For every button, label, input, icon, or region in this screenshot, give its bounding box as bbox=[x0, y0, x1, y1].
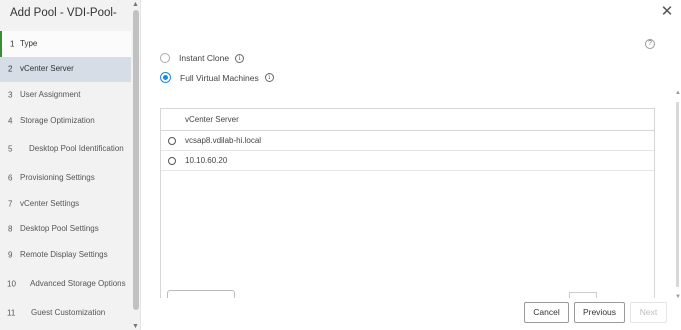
step-number: 10 bbox=[7, 279, 16, 289]
next-button[interactable]: Next bbox=[630, 302, 667, 323]
step-vcenter-server[interactable]: 2 vCenter Server bbox=[0, 56, 131, 83]
info-icon[interactable]: i bbox=[235, 53, 245, 63]
step-type[interactable]: 1 Type bbox=[0, 31, 131, 57]
step-label: Guest Customization bbox=[31, 307, 106, 317]
scroll-up-arrow-icon[interactable]: ▲ bbox=[675, 90, 681, 96]
info-icon[interactable]: i bbox=[264, 73, 274, 82]
scroll-down-arrow-icon[interactable]: ▼ bbox=[132, 323, 139, 330]
step-number: 1 bbox=[10, 39, 15, 49]
step-label: Provisioning Settings bbox=[20, 173, 95, 183]
content-scrollbar[interactable]: ▲ ▼ bbox=[675, 90, 681, 300]
instant-clone-label: Instant Clone bbox=[179, 53, 230, 63]
step-number: 8 bbox=[8, 224, 13, 234]
step-storage-optimization[interactable]: 4 Storage Optimization bbox=[0, 108, 131, 134]
step-user-assignment[interactable]: 3 User Assignment bbox=[0, 82, 131, 108]
step-desktop-pool-identification[interactable]: 5 Desktop Pool Identification bbox=[0, 133, 131, 165]
vcenter-server-name: vcsap8.vdilab-hi.local bbox=[185, 136, 262, 145]
step-label: Desktop Pool Identification bbox=[29, 144, 124, 154]
vcenter-server-grid: vCenter Server vcsap8.vdilab-hi.local 10… bbox=[160, 108, 655, 298]
instant-clone-option[interactable]: Instant Clone i bbox=[160, 53, 245, 63]
full-virtual-machines-label: Full Virtual Machines bbox=[180, 72, 259, 83]
content-scroll-track[interactable] bbox=[676, 102, 679, 287]
vcenter-server-name: 10.10.60.20 bbox=[185, 156, 228, 165]
step-number: 4 bbox=[8, 116, 13, 126]
step-desktop-pool-settings[interactable]: 8 Desktop Pool Settings bbox=[0, 217, 131, 243]
step-label: Type bbox=[20, 38, 38, 48]
step-number: 11 bbox=[7, 308, 16, 318]
step-number: 5 bbox=[8, 144, 13, 154]
wizard-sidebar: Add Pool - VDI-Pool- 1 Type 2 vCenter Se… bbox=[0, 0, 141, 330]
row-select-radio[interactable] bbox=[168, 136, 176, 145]
previous-button[interactable]: Previous bbox=[574, 302, 625, 323]
help-icon[interactable]: ? bbox=[645, 39, 655, 49]
table-row[interactable]: 10.10.60.20 bbox=[161, 151, 654, 171]
step-label: Advanced Storage Options bbox=[30, 278, 126, 288]
grid-footer-button[interactable] bbox=[167, 290, 235, 298]
step-number: 3 bbox=[8, 90, 13, 100]
grid-page-size-field[interactable] bbox=[569, 292, 597, 298]
close-icon[interactable]: ✕ bbox=[659, 4, 675, 20]
add-pool-dialog: Add Pool - VDI-Pool- 1 Type 2 vCenter Se… bbox=[0, 0, 681, 330]
cancel-button[interactable]: Cancel bbox=[524, 302, 569, 323]
step-number: 9 bbox=[8, 250, 13, 260]
row-select-radio[interactable] bbox=[168, 156, 176, 165]
step-label: Storage Optimization bbox=[20, 115, 95, 125]
full-virtual-machines-radio[interactable] bbox=[160, 72, 171, 83]
step-advanced-storage-options[interactable]: 10 Advanced Storage Options bbox=[0, 268, 131, 300]
step-number: 2 bbox=[8, 64, 13, 74]
dialog-title: Add Pool - VDI-Pool- bbox=[10, 7, 117, 19]
wizard-steps: 1 Type 2 vCenter Server 3 User Assignmen… bbox=[0, 31, 131, 325]
instant-clone-radio[interactable] bbox=[160, 53, 170, 63]
step-provisioning-settings[interactable]: 6 Provisioning Settings bbox=[0, 165, 131, 191]
table-row[interactable]: vcsap8.vdilab-hi.local bbox=[161, 131, 654, 151]
step-label: Desktop Pool Settings bbox=[20, 224, 99, 234]
step-label: vCenter Server bbox=[20, 64, 74, 74]
step-number: 6 bbox=[8, 173, 13, 183]
step-vcenter-settings[interactable]: 7 vCenter Settings bbox=[0, 191, 131, 217]
step-remote-display-settings[interactable]: 9 Remote Display Settings bbox=[0, 242, 131, 268]
step-label: User Assignment bbox=[20, 89, 81, 99]
grid-header-vcenter-server[interactable]: vCenter Server bbox=[161, 109, 654, 131]
step-guest-customization[interactable]: 11 Guest Customization bbox=[0, 300, 131, 326]
sidebar-scrollbar[interactable]: ▲ ▼ bbox=[131, 0, 140, 330]
sidebar-scroll-thumb[interactable] bbox=[133, 10, 139, 310]
step-label: Remote Display Settings bbox=[20, 249, 108, 259]
step-number: 7 bbox=[8, 199, 13, 209]
step-label: vCenter Settings bbox=[20, 198, 80, 208]
full-virtual-machines-option[interactable]: Full Virtual Machines i bbox=[160, 72, 274, 83]
scroll-up-arrow-icon[interactable]: ▲ bbox=[132, 1, 139, 8]
scroll-down-arrow-icon[interactable]: ▼ bbox=[675, 294, 681, 300]
